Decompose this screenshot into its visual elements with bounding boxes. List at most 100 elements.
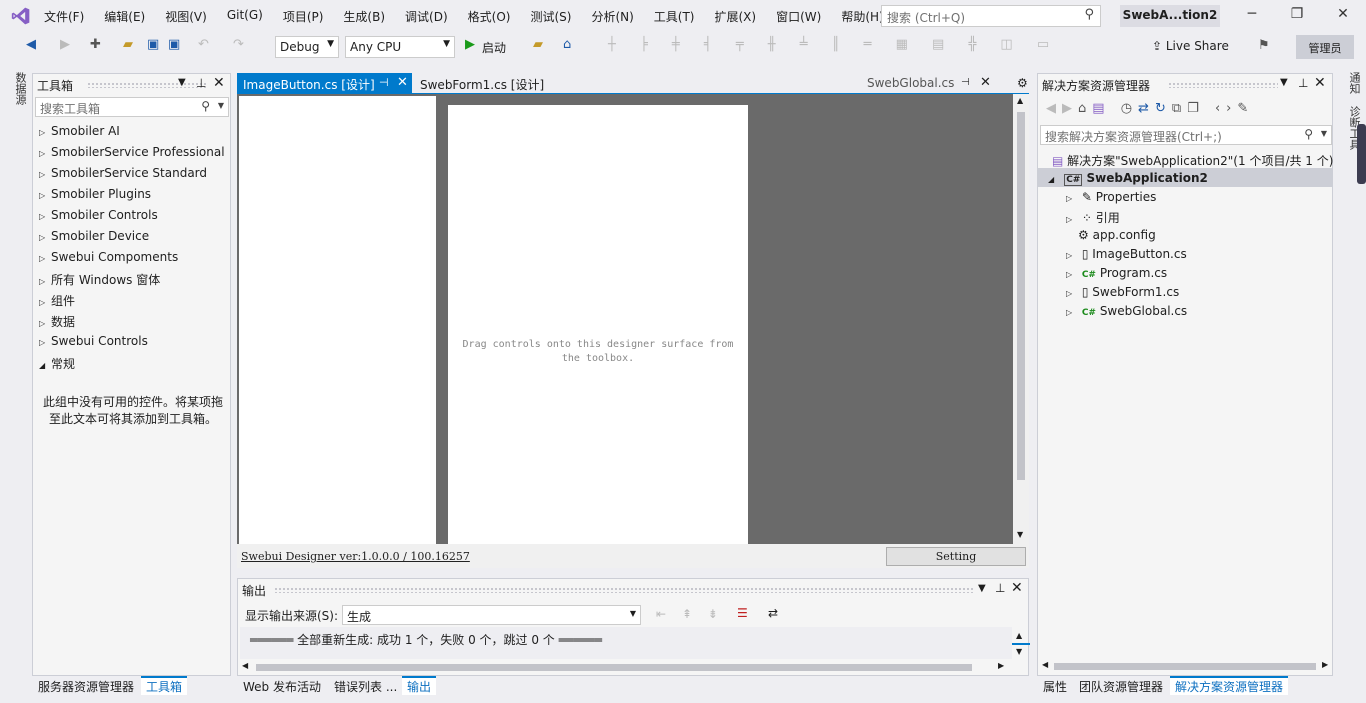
close-icon[interactable]: ✕	[213, 75, 225, 91]
list-item[interactable]: ▷ 所有 Windows 窗体	[39, 268, 225, 289]
menu-debug[interactable]: 调试(D)	[405, 8, 448, 25]
horizontal-scroll-thumb[interactable]	[256, 664, 972, 671]
menu-tools[interactable]: 工具(T)	[654, 8, 695, 25]
gear-icon[interactable]: ⚙	[1017, 76, 1028, 90]
horizontal-scroll-thumb[interactable]	[1054, 663, 1316, 670]
list-item[interactable]: ▷ Swebui Compoments	[39, 247, 225, 268]
pin-icon[interactable]: ⊣	[379, 76, 389, 89]
undo-icon[interactable]: ↶	[198, 37, 209, 52]
scroll-down-icon[interactable]: ▼	[1017, 530, 1023, 539]
tab-web-publish[interactable]: Web 发布活动	[243, 678, 321, 695]
new-project-icon[interactable]: ✚	[90, 37, 101, 52]
search-input[interactable]: 搜索 (Ctrl+Q) ⚲	[881, 5, 1101, 27]
designer-surface[interactable]: Drag controls onto this designer surface…	[237, 94, 1029, 568]
show-all-icon[interactable]: ❐	[1187, 101, 1205, 116]
back-icon[interactable]: ◀	[1046, 101, 1062, 116]
toolbox-empty-message[interactable]: 此组中没有可用的控件。将某项拖至此文本可将其添加到工具箱。	[43, 394, 223, 428]
menu-extensions[interactable]: 扩展(X)	[714, 8, 756, 25]
data-sources-strip[interactable]: 数据源	[8, 72, 28, 122]
word-wrap-icon[interactable]: ⇄	[768, 606, 778, 620]
output-source-select[interactable]: 生成 ▼	[342, 605, 641, 625]
redo-icon[interactable]: ↷	[233, 37, 244, 52]
list-item[interactable]: ▷ 数据	[39, 310, 225, 331]
pin-icon[interactable]: ⊥	[995, 581, 1005, 595]
save-icon[interactable]: ▣	[147, 37, 159, 52]
list-item[interactable]: ▷ Smobiler Plugins	[39, 184, 225, 205]
tab-error-list[interactable]: 错误列表 ...	[334, 678, 397, 695]
history-icon[interactable]: ◷	[1121, 101, 1138, 116]
design-form[interactable]: Drag controls onto this designer surface…	[448, 105, 748, 544]
list-item[interactable]: ◢ 常规	[39, 352, 225, 373]
chevron-down-icon[interactable]: ▼	[978, 583, 986, 594]
toolbox-search-input[interactable]: 搜索工具箱 ⚲ ▼	[35, 97, 229, 117]
minimize-button[interactable]: ─	[1237, 6, 1267, 22]
chevron-down-icon[interactable]: ▼	[1280, 77, 1288, 88]
close-icon[interactable]: ✕	[980, 75, 991, 90]
menu-file[interactable]: 文件(F)	[44, 8, 84, 25]
tab-properties[interactable]: 属性	[1043, 678, 1067, 695]
tab-solution-explorer[interactable]: 解决方案资源管理器	[1170, 676, 1289, 695]
pin-icon[interactable]: ⊥	[196, 76, 206, 90]
forward-icon[interactable]: ▶	[1062, 101, 1078, 116]
feedback-icon[interactable]: ⚑	[1258, 38, 1270, 53]
config-select[interactable]: Debug ▼	[275, 36, 339, 58]
code-icon[interactable]: ‹›	[1215, 101, 1237, 116]
tree-item-swebform[interactable]: ▷ ▯ SwebForm1.cs	[1038, 282, 1332, 301]
live-share-button[interactable]: ⇪ Live Share	[1152, 39, 1229, 53]
scroll-right-icon[interactable]: ▶	[998, 661, 1004, 670]
menu-view[interactable]: 视图(V)	[165, 8, 207, 25]
close-icon[interactable]: ✕	[1011, 580, 1023, 596]
scroll-up-icon[interactable]: ▲	[1017, 96, 1023, 105]
menu-window[interactable]: 窗口(W)	[776, 8, 821, 25]
tree-item-swebglobal[interactable]: ▷ C# SwebGlobal.cs	[1038, 301, 1332, 320]
wrench-icon[interactable]: ✎	[1237, 101, 1254, 116]
restore-button[interactable]: ❐	[1282, 6, 1312, 22]
sync-icon[interactable]: ⇄	[1138, 101, 1155, 116]
menu-project[interactable]: 项目(P)	[283, 8, 324, 25]
scroll-up-icon[interactable]: ▲	[1016, 631, 1022, 640]
close-window-button[interactable]: ✕	[1328, 6, 1358, 22]
output-nav-icons[interactable]: ⇤ ⇞ ⇟	[656, 607, 724, 621]
menu-analyze[interactable]: 分析(N)	[591, 8, 633, 25]
admin-badge[interactable]: 管理员	[1296, 35, 1354, 59]
start-icon[interactable]: ▶	[465, 37, 475, 52]
tree-item-image-button[interactable]: ▷ ▯ ImageButton.cs	[1038, 244, 1332, 263]
project-node[interactable]: ◢ C# SwebApplication2	[1038, 168, 1332, 187]
browser-icon[interactable]: ⌂	[563, 37, 571, 52]
tree-item-app-config[interactable]: ⚙ app.config	[1038, 225, 1332, 244]
list-item[interactable]: ▷ 组件	[39, 289, 225, 310]
pin-icon[interactable]: ⊥	[1298, 76, 1308, 90]
vs-switch-icon[interactable]: ▤	[1092, 101, 1110, 116]
pin-icon[interactable]: ⊣	[961, 77, 970, 88]
tab-output[interactable]: 输出	[402, 676, 437, 695]
list-item[interactable]: ▷ Smobiler AI	[39, 121, 225, 142]
tab-server-explorer[interactable]: 服务器资源管理器	[38, 678, 134, 695]
solution-root[interactable]: ▤ 解决方案"SwebApplication2"(1 个项目/共 1 个)	[1038, 149, 1333, 168]
platform-select[interactable]: Any CPU ▼	[345, 36, 455, 58]
tab-toolbox[interactable]: 工具箱	[141, 676, 188, 695]
scroll-right-icon[interactable]: ▶	[1322, 660, 1328, 669]
tab-team-explorer[interactable]: 团队资源管理器	[1079, 678, 1163, 695]
menu-git[interactable]: Git(G)	[227, 8, 263, 25]
list-item[interactable]: ▷ SmobilerService Professional	[39, 142, 225, 163]
menu-test[interactable]: 测试(S)	[530, 8, 571, 25]
clear-all-icon[interactable]: ☰	[737, 606, 748, 620]
output-text-area[interactable]: ══════ 全部重新生成: 成功 1 个，失败 0 个，跳过 0 个 ════…	[240, 627, 1012, 659]
collapse-all-icon[interactable]: ⧉	[1172, 101, 1187, 116]
list-item[interactable]: ▷ Smobiler Controls	[39, 205, 225, 226]
forward-icon[interactable]: ▶	[60, 37, 70, 52]
open-folder-icon[interactable]: ▰	[123, 37, 133, 52]
tab-swebform-design[interactable]: SwebForm1.cs [设计]	[414, 73, 550, 95]
designer-version-link[interactable]: Swebui Designer ver:1.0.0.0 / 100.16257	[241, 550, 470, 563]
refresh-icon[interactable]: ↻	[1155, 101, 1172, 116]
start-button[interactable]: 启动	[482, 39, 506, 56]
home-icon[interactable]: ⌂	[1078, 101, 1092, 116]
scroll-thumb[interactable]	[1012, 643, 1030, 645]
scroll-thumb[interactable]	[1017, 112, 1025, 480]
tree-item-properties[interactable]: ▷ ✎ Properties	[1038, 187, 1332, 206]
menu-build[interactable]: 生成(B)	[343, 8, 385, 25]
close-icon[interactable]: ✕	[1314, 75, 1326, 91]
tab-image-button-design[interactable]: ImageButton.cs [设计] ⊣ ✕	[237, 73, 412, 95]
back-icon[interactable]: ◀	[26, 37, 36, 52]
save-all-icon[interactable]: ▣	[168, 37, 180, 52]
